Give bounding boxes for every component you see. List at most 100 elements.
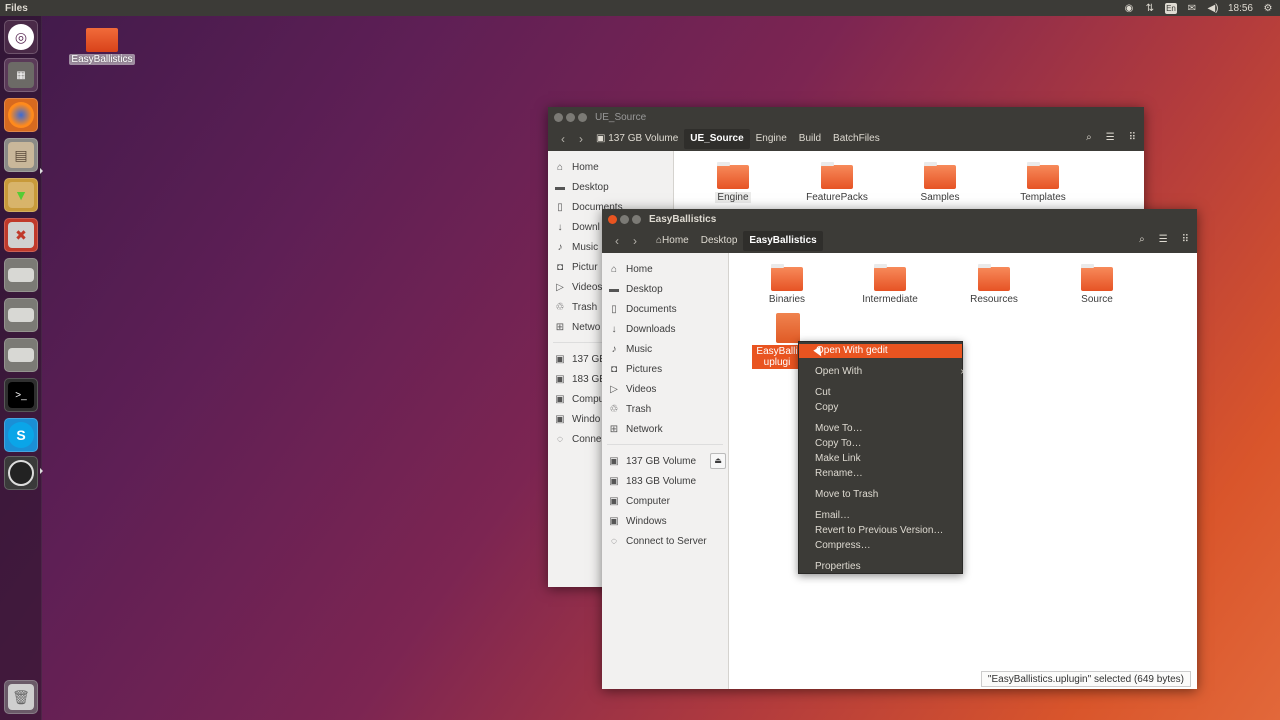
close-icon[interactable] bbox=[608, 214, 617, 224]
titlebar[interactable]: UE_Source bbox=[548, 107, 1144, 127]
maximize-icon[interactable] bbox=[632, 214, 641, 224]
sidebar-item-desktop[interactable]: ▬ Desktop bbox=[602, 279, 728, 299]
menu-cut[interactable]: Cut bbox=[815, 386, 831, 400]
folder-engine[interactable]: Engine bbox=[688, 162, 778, 203]
menu-copy[interactable]: Copy bbox=[815, 401, 838, 415]
desktop-folder-icon[interactable]: EasyBallistics bbox=[68, 28, 136, 65]
software-center-launcher[interactable]: ▼ bbox=[4, 178, 38, 212]
terminal-icon: >_ bbox=[8, 382, 34, 408]
sidebar-item-183gb[interactable]: ▣ 183 GB Volume bbox=[602, 471, 728, 491]
back-arrow-icon[interactable]: ‹ bbox=[608, 234, 626, 248]
firefox-launcher[interactable] bbox=[4, 98, 38, 132]
workspace-switcher-button[interactable]: ▦ bbox=[4, 58, 38, 92]
list-view-icon[interactable]: ☰ bbox=[1106, 132, 1115, 143]
menu-make-link[interactable]: Make Link bbox=[815, 452, 861, 466]
grid-view-icon[interactable]: ⠿ bbox=[1182, 234, 1189, 245]
terminal-launcher[interactable]: >_ bbox=[4, 378, 38, 412]
menu-move-to-trash[interactable]: Move to Trash bbox=[815, 488, 878, 502]
drive-launcher-3[interactable] bbox=[4, 338, 38, 372]
minimize-icon[interactable] bbox=[620, 214, 629, 224]
menu-open-with[interactable]: Open With › bbox=[815, 365, 964, 379]
grid-view-icon[interactable]: ⠿ bbox=[1129, 132, 1136, 143]
crumb-desktop[interactable]: Desktop bbox=[695, 231, 744, 251]
menu-compress[interactable]: Compress… bbox=[815, 539, 871, 553]
crumb-volume[interactable]: ▣ 137 GB Volume bbox=[590, 129, 684, 149]
sidebar-label: Conne bbox=[572, 433, 602, 445]
list-view-icon[interactable]: ☰ bbox=[1159, 234, 1168, 245]
forward-arrow-icon[interactable]: › bbox=[626, 234, 644, 248]
keyboard-layout-indicator[interactable]: En bbox=[1164, 2, 1177, 14]
folder-icon bbox=[874, 264, 906, 291]
drive-launcher-2[interactable] bbox=[4, 298, 38, 332]
document-icon: ▯ bbox=[611, 303, 617, 315]
trash-launcher[interactable]: 🗑 bbox=[4, 680, 38, 714]
mail-icon[interactable]: ✉ bbox=[1186, 3, 1198, 14]
sidebar-label: Windows bbox=[626, 515, 667, 527]
menu-properties[interactable]: Properties bbox=[815, 560, 861, 574]
files-launcher[interactable]: ▤ bbox=[4, 138, 38, 172]
folder-featurepacks[interactable]: FeaturePacks bbox=[792, 162, 882, 203]
settings-gear-icon[interactable]: ⚙ bbox=[1262, 3, 1274, 14]
forward-arrow-icon[interactable]: › bbox=[572, 132, 590, 146]
crumb-batchfiles[interactable]: BatchFiles bbox=[827, 129, 886, 149]
crumb-ue-source[interactable]: UE_Source bbox=[684, 129, 750, 149]
folder-resources[interactable]: Resources bbox=[949, 264, 1039, 305]
obs-tray-icon[interactable]: ◉ bbox=[1123, 3, 1135, 14]
search-icon[interactable]: ⌕ bbox=[1139, 234, 1145, 245]
sidebar-item-videos[interactable]: ▷ Videos bbox=[602, 379, 728, 399]
minimize-icon[interactable] bbox=[566, 112, 575, 122]
network-icon[interactable]: ⇅ bbox=[1144, 3, 1156, 14]
sidebar-item-documents[interactable]: ▯ Documents bbox=[602, 299, 728, 319]
music-icon: ♪ bbox=[557, 241, 563, 253]
sidebar-item-computer[interactable]: ▣ Computer bbox=[602, 491, 728, 511]
back-arrow-icon[interactable]: ‹ bbox=[554, 132, 572, 146]
running-app-indicator bbox=[40, 468, 43, 474]
search-icon[interactable]: ⌕ bbox=[1086, 132, 1092, 143]
skype-launcher[interactable]: S bbox=[4, 418, 38, 452]
sidebar-label: 137 GE bbox=[572, 353, 606, 365]
sidebar-item-pictures[interactable]: ◘ Pictures bbox=[602, 359, 728, 379]
active-app-indicator bbox=[40, 168, 43, 174]
sidebar-label: Videos bbox=[572, 281, 603, 293]
sidebar-item-connect-to-server[interactable]: ◌ Connect to Server bbox=[602, 531, 728, 551]
system-tray: ◉ ⇅ En ✉ ◀) 18:56 ⚙ bbox=[1123, 0, 1274, 16]
close-icon[interactable] bbox=[554, 112, 563, 122]
clock[interactable]: 18:56 bbox=[1228, 3, 1253, 14]
package-icon: ▼ bbox=[8, 182, 34, 208]
menu-rename[interactable]: Rename… bbox=[815, 467, 863, 481]
titlebar[interactable]: EasyBallistics bbox=[602, 209, 1197, 229]
drive-launcher-1[interactable] bbox=[4, 258, 38, 292]
menu-email[interactable]: Email… bbox=[815, 509, 850, 523]
sidebar-item-windows[interactable]: ▣ Windows bbox=[602, 511, 728, 531]
sidebar-item-trash[interactable]: ♲ Trash bbox=[602, 399, 728, 419]
sidebar-item-network[interactable]: ⊞ Network bbox=[602, 419, 728, 439]
sidebar-item-home[interactable]: ⌂ Home bbox=[602, 259, 728, 279]
folder-icon bbox=[1081, 264, 1113, 291]
eject-icon[interactable]: ⏏ bbox=[710, 453, 726, 469]
menu-open-with-gedit[interactable]: Open With gedit bbox=[799, 344, 962, 358]
menu-copy-to[interactable]: Copy To… bbox=[815, 437, 862, 451]
path-bar: ‹ › ▣ 137 GB Volume UE_Source Engine Bui… bbox=[548, 127, 1144, 151]
sidebar-item-music[interactable]: ♪ Music bbox=[602, 339, 728, 359]
sidebar-label: Windo bbox=[572, 413, 601, 425]
sidebar-item-desktop[interactable]: ▬ Desktop bbox=[548, 177, 673, 197]
crumb-home[interactable]: ⌂Home bbox=[650, 231, 695, 251]
folder-templates[interactable]: Templates bbox=[998, 162, 1088, 203]
menu-move-to[interactable]: Move To… bbox=[815, 422, 863, 436]
system-settings-launcher[interactable]: ✖ bbox=[4, 218, 38, 252]
folder-intermediate[interactable]: Intermediate bbox=[845, 264, 935, 305]
maximize-icon[interactable] bbox=[578, 112, 587, 122]
folder-source[interactable]: Source bbox=[1052, 264, 1142, 305]
sidebar-item-downloads[interactable]: ↓ Downloads bbox=[602, 319, 728, 339]
sidebar-item-home[interactable]: ⌂ Home bbox=[548, 157, 673, 177]
volume-icon[interactable]: ◀) bbox=[1207, 3, 1219, 14]
sidebar-item-137gb[interactable]: ▣ 137 GB Volume ⏏ bbox=[602, 451, 728, 471]
crumb-easyballistics[interactable]: EasyBallistics bbox=[743, 231, 823, 251]
folder-samples[interactable]: Samples bbox=[895, 162, 985, 203]
crumb-build[interactable]: Build bbox=[793, 129, 827, 149]
menu-revert-version[interactable]: Revert to Previous Version… bbox=[815, 524, 943, 538]
crumb-engine[interactable]: Engine bbox=[750, 129, 793, 149]
obs-launcher[interactable] bbox=[4, 456, 38, 490]
dash-button[interactable]: ◎ bbox=[4, 20, 38, 54]
folder-binaries[interactable]: Binaries bbox=[742, 264, 832, 305]
